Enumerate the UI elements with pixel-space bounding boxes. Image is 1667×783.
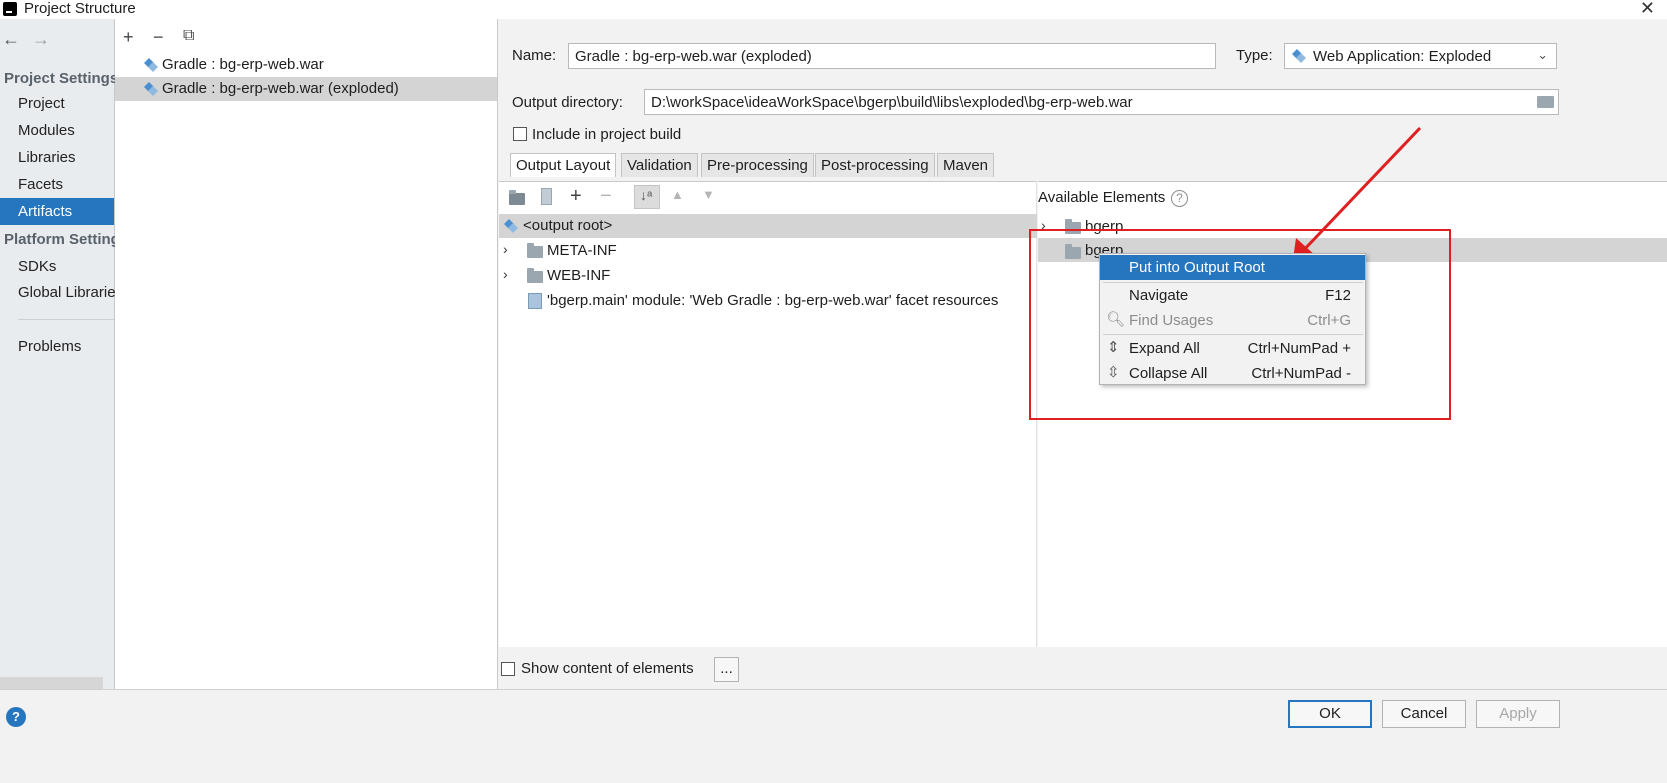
show-content-checkbox[interactable] — [501, 662, 515, 676]
web-artifact-icon — [144, 82, 158, 96]
output-root-node[interactable]: <output root> — [523, 217, 612, 234]
output-directory-input[interactable]: D:\workSpace\ideaWorkSpace\bgerp\build\l… — [644, 89, 1559, 115]
nav-item-global-libraries[interactable]: Global Libraries — [18, 284, 115, 301]
remove-element-icon[interactable]: − — [600, 185, 612, 208]
move-up-icon[interactable]: ▲ — [671, 187, 684, 202]
add-copy-of-icon[interactable]: + — [570, 185, 582, 208]
tab-output-layout[interactable]: Output Layout — [510, 153, 617, 177]
artifact-item[interactable]: Gradle : bg-erp-web.war — [162, 56, 324, 73]
available-elements-header: Available Elements — [1038, 189, 1166, 206]
include-in-build-label: Include in project build — [532, 126, 682, 143]
name-input[interactable]: Gradle : bg-erp-web.war (exploded) — [568, 43, 1216, 69]
help-icon[interactable]: ? — [1171, 190, 1188, 207]
ok-button[interactable]: OK — [1288, 700, 1372, 728]
facet-resources-icon — [528, 293, 542, 309]
nav-item-modules[interactable]: Modules — [18, 122, 115, 139]
intellij-logo-icon — [3, 2, 17, 16]
expand-all-icon: ⇕ — [1107, 339, 1120, 356]
nav-header-project-settings: Project Settings — [4, 70, 115, 87]
type-select[interactable]: Web Application: Exploded ⌄ — [1284, 43, 1557, 69]
nav-item-problems[interactable]: Problems — [18, 338, 115, 355]
sort-alphabetically-icon: ↓ᵃ — [640, 187, 653, 203]
name-label: Name: — [512, 47, 557, 64]
nav-item-project[interactable]: Project — [18, 95, 115, 112]
window-title: Project Structure — [24, 0, 136, 17]
type-label: Type: — [1236, 47, 1273, 64]
menu-item-navigate[interactable]: Navigate F12 — [1100, 283, 1365, 308]
dialog-button-bar: ? OK Cancel Apply — [0, 689, 1667, 783]
show-content-options-button[interactable]: ... — [714, 657, 739, 682]
close-icon[interactable]: ✕ — [1640, 0, 1655, 19]
tree-node-facet-resources[interactable]: 'bgerp.main' module: 'Web Gradle : bg-er… — [547, 292, 998, 309]
search-icon: 🔍︎ — [1106, 311, 1126, 328]
cancel-button[interactable]: Cancel — [1382, 700, 1466, 728]
include-in-build-checkbox[interactable] — [513, 127, 527, 141]
show-content-label: Show content of elements — [521, 660, 694, 677]
web-artifact-icon — [144, 58, 158, 72]
nav-item-sdks[interactable]: SDKs — [18, 258, 115, 275]
nav-header-platform-settings: Platform Settings — [4, 231, 115, 248]
output-layout-pane: + − ↓ᵃ ▲ ▼ <output root> › META-INF › WE… — [499, 181, 1037, 647]
output-root-icon — [504, 219, 518, 233]
sort-elements-toggle[interactable]: ↓ᵃ — [634, 185, 660, 209]
menu-item-find-usages[interactable]: 🔍︎ Find Usages Ctrl+G — [1100, 308, 1365, 333]
artifacts-list-panel: + − ⧉ Gradle : bg-erp-web.war Gradle : b… — [115, 19, 498, 689]
copy-artifact-icon[interactable]: ⧉ — [183, 27, 194, 45]
nav-item-artifacts[interactable]: Artifacts — [18, 203, 115, 220]
move-down-icon[interactable]: ▼ — [702, 187, 715, 202]
create-directory-icon[interactable] — [509, 190, 526, 205]
tree-node-web-inf[interactable]: WEB-INF — [547, 267, 610, 284]
folder-icon — [527, 243, 543, 258]
menu-item-collapse-all[interactable]: ⇳ Collapse All Ctrl+NumPad - — [1100, 361, 1365, 386]
nav-horizontal-scrollbar[interactable] — [0, 677, 103, 689]
context-menu: Put into Output Root Navigate F12 🔍︎ Fin… — [1099, 253, 1366, 385]
tab-maven[interactable]: Maven — [937, 153, 995, 177]
forward-arrow-icon[interactable]: → — [32, 29, 50, 50]
add-artifact-icon[interactable]: + — [123, 27, 134, 48]
browse-folder-icon[interactable] — [1537, 96, 1554, 108]
tab-validation[interactable]: Validation — [621, 153, 698, 177]
output-directory-label: Output directory: — [512, 94, 623, 111]
artifact-item-selected[interactable]: Gradle : bg-erp-web.war (exploded) — [162, 80, 399, 97]
type-select-value: Web Application: Exploded — [1313, 48, 1492, 65]
create-archive-icon[interactable] — [541, 188, 552, 205]
back-arrow-icon[interactable]: ← — [2, 29, 20, 50]
remove-artifact-icon[interactable]: − — [153, 27, 164, 48]
web-artifact-icon — [1292, 49, 1306, 63]
nav-divider — [18, 319, 114, 320]
tree-node-meta-inf[interactable]: META-INF — [547, 242, 617, 259]
menu-item-expand-all[interactable]: ⇕ Expand All Ctrl+NumPad + — [1100, 336, 1365, 361]
chevron-down-icon: ⌄ — [1537, 47, 1548, 62]
folder-icon — [527, 268, 543, 283]
collapse-all-icon: ⇳ — [1107, 364, 1120, 381]
title-bar: Project Structure ✕ — [0, 0, 1667, 19]
menu-item-put-into-output-root[interactable]: Put into Output Root — [1100, 255, 1365, 280]
settings-nav: ← → Project Settings Project Modules Lib… — [0, 19, 115, 689]
nav-item-libraries[interactable]: Libraries — [18, 149, 115, 166]
nav-item-facets[interactable]: Facets — [18, 176, 115, 193]
expand-chevron-icon[interactable]: › — [503, 266, 508, 282]
expand-chevron-icon[interactable]: › — [503, 241, 508, 257]
apply-button[interactable]: Apply — [1476, 700, 1560, 728]
tab-post-processing[interactable]: Post-processing — [815, 153, 935, 177]
menu-separator — [1103, 334, 1363, 335]
help-button[interactable]: ? — [6, 707, 26, 727]
tab-pre-processing[interactable]: Pre-processing — [701, 153, 814, 177]
